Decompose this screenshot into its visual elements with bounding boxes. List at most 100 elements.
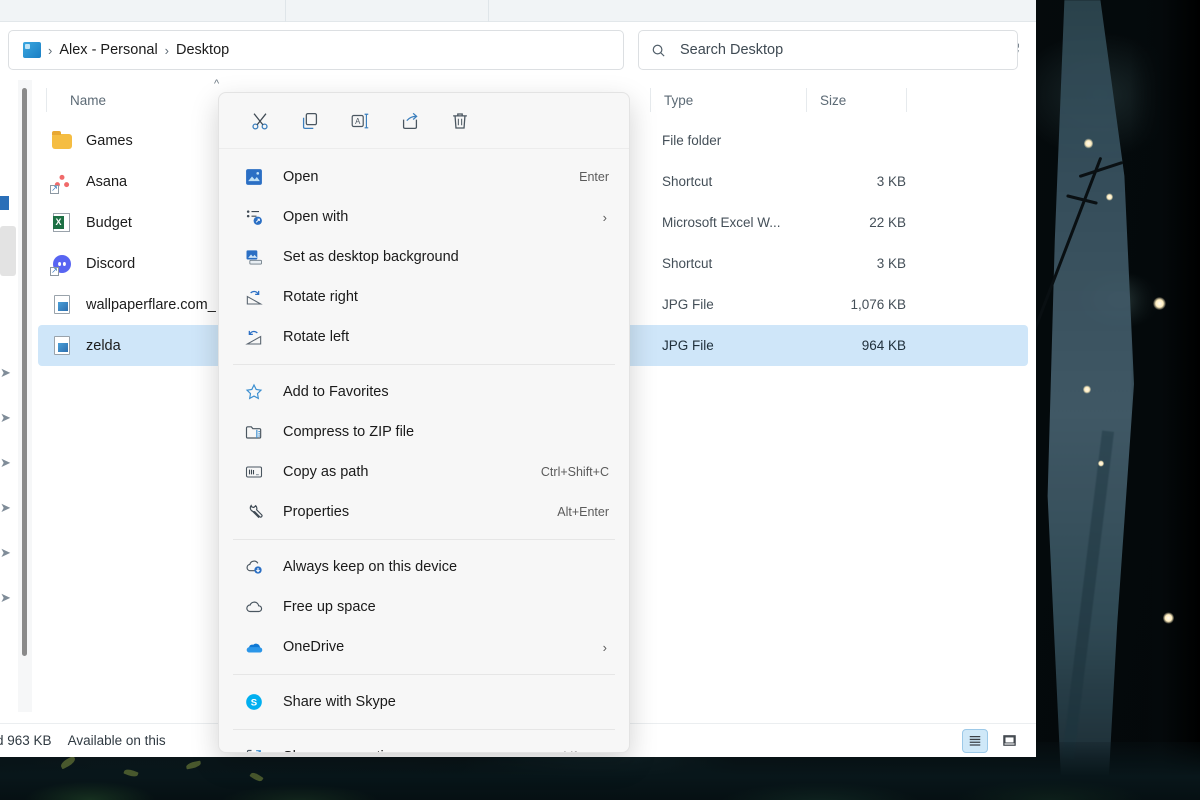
file-type: File folder — [662, 133, 722, 148]
wallpaper-firefly — [1084, 138, 1093, 149]
navigation-pane-edge: ➤ ➤ ➤ ➤ ➤ ➤ — [0, 78, 18, 738]
context-menu-item[interactable]: Properties Alt+Enter — [219, 492, 629, 532]
wallpaper-dark-edge — [1130, 0, 1200, 800]
context-menu-item-label: Share with Skype — [283, 694, 396, 710]
file-name: Budget — [86, 214, 132, 231]
file-type: JPG File — [662, 297, 714, 312]
share-icon[interactable] — [393, 104, 427, 138]
preview-pane-icon[interactable] — [996, 729, 1022, 753]
context-menu-item-label: Open — [283, 169, 319, 185]
context-menu-separator — [233, 364, 615, 365]
context-menu-item[interactable]: Show more options Shift+F10 — [219, 737, 629, 752]
context-menu-item-label: Properties — [283, 504, 350, 520]
details-view-icon[interactable] — [962, 728, 988, 753]
trash-icon[interactable] — [443, 104, 477, 138]
file-size: 964 KB — [861, 338, 906, 353]
context-menu-item-shortcut: Ctrl+Shift+C — [540, 465, 609, 479]
chevron-right-icon[interactable]: › — [603, 640, 607, 655]
wrench-icon — [243, 501, 265, 523]
rotate-left-icon — [243, 326, 265, 348]
chevron-right-icon[interactable]: ➤ — [0, 365, 14, 381]
view-toggle-group — [962, 728, 1022, 753]
nav-item-selected-marker[interactable] — [0, 226, 16, 276]
context-menu-item-label: Always keep on this device — [283, 559, 458, 575]
chevron-right-icon[interactable]: › — [603, 210, 607, 225]
onedrive-icon — [243, 636, 265, 658]
context-menu-item-label: OneDrive — [283, 639, 345, 655]
wallpaper-firefly — [1098, 460, 1104, 467]
context-menu-item[interactable]: Rotate left — [219, 317, 629, 357]
file-size: 22 KB — [869, 215, 906, 230]
breadcrumb-item-account[interactable]: Alex - Personal — [59, 42, 157, 58]
context-menu-separator — [233, 539, 615, 540]
scissors-icon[interactable] — [243, 104, 277, 138]
context-menu-item-label: Set as desktop background — [283, 249, 459, 265]
vertical-scrollbar[interactable] — [18, 80, 32, 712]
context-menu-item-label: Open with — [283, 209, 349, 225]
context-menu-item[interactable]: Rotate right — [219, 277, 629, 317]
chevron-right-icon[interactable]: ➤ — [0, 455, 14, 471]
column-header-size[interactable]: Size — [808, 82, 908, 118]
context-menu-item[interactable]: Always keep on this device — [219, 547, 629, 587]
file-type: JPG File — [662, 338, 714, 353]
cloud-download-icon — [243, 556, 265, 578]
asana-shortcut-icon: ↗ — [50, 172, 72, 194]
file-type: Shortcut — [662, 174, 713, 189]
context-menu-item[interactable]: S Share with Skype — [219, 682, 629, 722]
status-availability-text: Available on this — [67, 733, 166, 748]
onedrive-folder-icon — [23, 42, 41, 58]
search-placeholder: Search Desktop — [680, 42, 784, 58]
chevron-right-icon[interactable]: ➤ — [0, 410, 14, 426]
chevron-right-icon[interactable]: ➤ — [0, 545, 14, 561]
context-menu-item[interactable]: OneDrive › — [219, 627, 629, 667]
context-menu-separator — [233, 674, 615, 675]
context-menu-item-label: Add to Favorites — [283, 384, 389, 400]
context-menu-item-shortcut: Shift+F10 — [555, 750, 609, 752]
wallpaper-firefly — [1163, 612, 1174, 624]
column-header-type[interactable]: Type — [652, 82, 802, 118]
image-file-icon — [52, 294, 72, 315]
context-menu-item[interactable]: Open Enter — [219, 157, 629, 197]
file-name: Games — [86, 132, 133, 149]
zip-folder-icon — [243, 421, 265, 443]
file-name: zelda — [86, 337, 121, 354]
chevron-right-icon[interactable]: ➤ — [0, 590, 14, 606]
context-menu-item[interactable]: Add to Favorites — [219, 372, 629, 412]
chevron-right-icon[interactable]: ➤ — [0, 500, 14, 516]
context-menu-item-shortcut: Alt+Enter — [557, 505, 609, 519]
copy-path-icon — [243, 461, 265, 483]
photos-app-icon — [243, 166, 265, 188]
nav-item-marker[interactable] — [0, 196, 9, 210]
sort-ascending-icon: ^ — [214, 78, 220, 90]
wallpaper-firefly — [1083, 385, 1091, 394]
context-menu: A Open Enter Open with › Set as desktop back… — [218, 92, 630, 753]
file-name: Asana — [86, 173, 128, 190]
file-size: 3 KB — [876, 174, 906, 189]
command-bar-strip[interactable] — [0, 0, 1036, 22]
context-menu-item-label: Show more options — [283, 749, 407, 752]
context-menu-item-label: Copy as path — [283, 464, 369, 480]
context-menu-item[interactable]: Set as desktop background — [219, 237, 629, 277]
context-menu-item[interactable]: Open with › — [219, 197, 629, 237]
context-menu-item[interactable]: Copy as path Ctrl+Shift+C — [219, 452, 629, 492]
column-header-name[interactable]: Name — [58, 82, 238, 118]
file-name: wallpaperflare.com_ — [86, 296, 216, 313]
status-selection-text: cted 963 KB — [0, 733, 52, 748]
context-menu-item[interactable]: Free up space — [219, 587, 629, 627]
wallpaper-firefly — [1106, 193, 1113, 201]
rename-icon[interactable]: A — [343, 104, 377, 138]
image-file-icon — [52, 335, 72, 356]
file-size: 1,076 KB — [850, 297, 906, 312]
svg-text:A: A — [355, 117, 361, 126]
rotate-right-icon — [243, 286, 265, 308]
context-menu-item[interactable]: Compress to ZIP file — [219, 412, 629, 452]
copy-icon[interactable] — [293, 104, 327, 138]
breadcrumb-item-desktop[interactable]: Desktop — [176, 42, 229, 58]
scrollbar-thumb[interactable] — [22, 88, 27, 656]
context-menu-item-label: Compress to ZIP file — [283, 424, 415, 440]
breadcrumb-separator: › — [48, 42, 53, 58]
address-bar[interactable]: › Alex - Personal › Desktop — [8, 30, 624, 70]
context-menu-separator — [233, 729, 615, 730]
context-menu-item-label: Free up space — [283, 599, 376, 615]
search-input[interactable]: Search Desktop — [638, 30, 1018, 70]
